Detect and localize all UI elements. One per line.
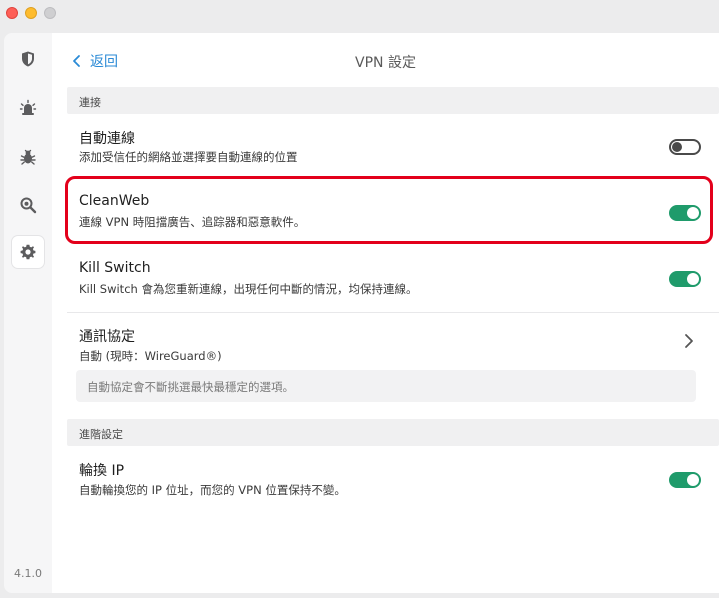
setting-row-kill-switch: Kill Switch Kill Switch 會為您重新連線，出現任何中斷的情… [67,246,719,312]
toggle-knob [687,474,699,486]
setting-subtitle: 自動輪換您的 IP 位址，而您的 VPN 位置保持不變。 [79,483,346,497]
page-title: VPN 設定 [355,55,416,71]
search-bug-icon [20,197,37,214]
setting-row-auto-connect: 自動連線 添加受信任的網絡並選擇要自動連線的位置 [67,114,719,178]
sidebar-item-alerts[interactable] [12,92,44,124]
minimize-window-button[interactable] [25,7,37,19]
setting-subtitle: Kill Switch 會為您重新連線，出現任何中斷的情況，均保持連線。 [79,282,418,296]
protocol-info-box: 自動協定會不斷挑選最快最穩定的選項。 [76,370,696,402]
bug-icon [20,149,36,165]
close-window-button[interactable] [6,7,18,19]
sidebar-item-antivirus[interactable] [12,141,44,173]
settings-panel: 返回 VPN 設定 連接 自動連線 添加受信任的網絡並選擇要自動連線的位置 Cl… [52,33,719,593]
setting-title: 通訊協定 [79,329,135,345]
setting-title: Kill Switch [79,260,151,276]
gear-icon [20,244,36,260]
section-header-advanced: 進階設定 [67,419,719,446]
kill-switch-toggle[interactable] [669,271,701,287]
setting-row-protocol[interactable]: 通訊協定 自動 (現時：WireGuard®) [67,313,719,371]
toggle-knob [687,273,699,285]
alarm-light-icon [19,99,37,115]
setting-title: 輪換 IP [79,463,125,479]
sidebar-item-search-scan[interactable] [12,189,44,221]
auto-connect-toggle[interactable] [669,139,701,155]
setting-subtitle: 自動 (現時：WireGuard®) [79,349,222,363]
setting-row-rotating-ip: 輪換 IP 自動輪換您的 IP 位址，而您的 VPN 位置保持不變。 [67,446,719,510]
setting-subtitle: 添加受信任的網絡並選擇要自動連線的位置 [79,150,298,164]
sidebar-item-protection[interactable] [12,43,44,75]
chevron-right-icon[interactable] [683,333,695,349]
shield-icon [22,51,34,67]
cleanweb-highlight-box [65,176,713,244]
toggle-knob [672,142,682,152]
zoom-window-button[interactable] [44,7,56,19]
title-bar [0,0,719,28]
setting-title: 自動連線 [79,131,135,147]
rotating-ip-toggle[interactable] [669,472,701,488]
sidebar: 4.1.0 [4,33,52,593]
app-version: 4.1.0 [14,567,42,580]
section-header-connect: 連接 [67,87,719,114]
sidebar-item-settings[interactable] [12,236,44,268]
